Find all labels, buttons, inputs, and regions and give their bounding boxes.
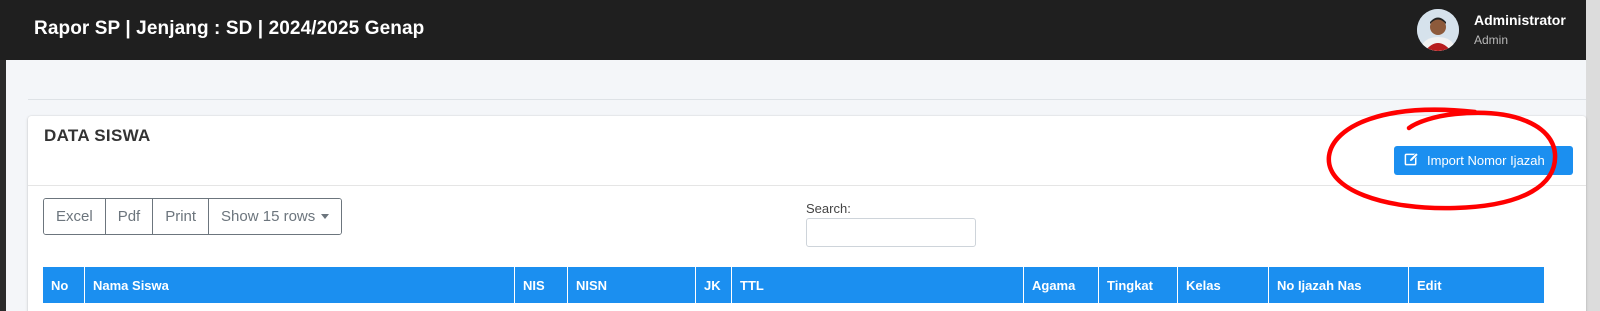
column-header-tingkat[interactable]: Tingkat — [1099, 267, 1178, 303]
column-header-no-ijazah-nas[interactable]: No Ijazah Nas — [1269, 267, 1409, 303]
data-siswa-card: DATA SISWA Import Nomor Ijazah Excel Pdf… — [28, 116, 1586, 311]
show-rows-label: Show 15 rows — [221, 208, 316, 225]
column-header-nis[interactable]: NIS — [515, 267, 568, 303]
excel-button[interactable]: Excel — [44, 199, 106, 234]
left-sidebar-edge — [0, 60, 6, 311]
export-button-group: Excel Pdf Print Show 15 rows — [43, 198, 343, 235]
column-header-agama[interactable]: Agama — [1024, 267, 1099, 303]
table-header-row: No Nama Siswa NIS NISN JK TTL Agama Ting… — [43, 267, 1544, 303]
user-role: Admin — [1474, 33, 1509, 47]
page-title: Rapor SP | Jenjang : SD | 2024/2025 Gena… — [34, 18, 425, 39]
window-scrollbar[interactable] — [1586, 0, 1600, 311]
card-title: DATA SISWA — [44, 126, 151, 145]
column-header-nama-siswa[interactable]: Nama Siswa — [85, 267, 515, 303]
card-header-divider — [28, 185, 1586, 186]
top-navbar: Rapor SP | Jenjang : SD | 2024/2025 Gena… — [0, 0, 1586, 60]
search-label: Search: — [806, 201, 851, 216]
column-header-kelas[interactable]: Kelas — [1178, 267, 1269, 303]
user-avatar[interactable] — [1417, 9, 1459, 51]
edit-icon — [1404, 152, 1419, 170]
column-header-jk[interactable]: JK — [696, 267, 732, 303]
caret-down-icon — [321, 214, 330, 219]
user-name[interactable]: Administrator — [1474, 12, 1566, 28]
search-input[interactable] — [806, 218, 976, 247]
show-rows-dropdown[interactable]: Show 15 rows — [209, 199, 342, 234]
import-nomor-ijazah-button[interactable]: Import Nomor Ijazah — [1394, 146, 1573, 175]
column-header-edit[interactable]: Edit — [1409, 267, 1544, 303]
import-button-label: Import Nomor Ijazah — [1427, 153, 1545, 168]
column-header-no[interactable]: No — [43, 267, 85, 303]
pdf-button[interactable]: Pdf — [105, 199, 154, 234]
column-header-nisn[interactable]: NISN — [568, 267, 696, 303]
print-button[interactable]: Print — [153, 199, 210, 234]
content-divider — [28, 99, 1586, 100]
column-header-ttl[interactable]: TTL — [732, 267, 1024, 303]
